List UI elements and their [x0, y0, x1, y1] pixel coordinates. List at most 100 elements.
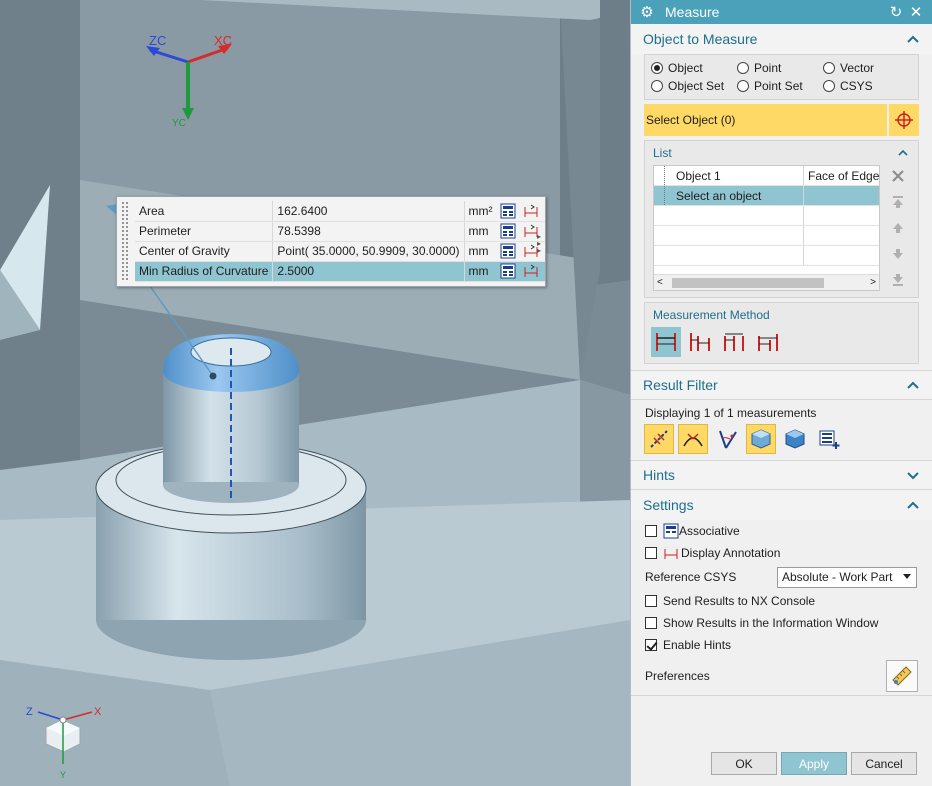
info-table-icon[interactable]	[500, 223, 516, 239]
graphics-viewport[interactable]: ZC XC YC Z X Y Area 162.6400 mm² Perimet…	[0, 0, 630, 786]
associative-checkbox-row[interactable]: Associative	[631, 520, 932, 542]
result-row-min-radius[interactable]: Min Radius of Curvature 2.5000 mm	[135, 261, 545, 282]
model-scene[interactable]: ZC XC YC Z X Y	[0, 0, 630, 786]
chevron-up-icon[interactable]	[906, 32, 920, 46]
radio-vector[interactable]: Vector	[823, 61, 909, 75]
radio-point[interactable]: Point	[737, 61, 823, 75]
triad-x-label: X	[94, 706, 102, 718]
send-nx-console-row[interactable]: Send Results to NX Console	[631, 590, 932, 612]
info-table-icon[interactable]	[500, 263, 516, 279]
scroll-left-icon[interactable]: <	[657, 277, 663, 288]
section-title: Hints	[643, 467, 675, 483]
annotation-icon[interactable]	[523, 203, 539, 219]
show-info-window-row[interactable]: Show Results in the Information Window	[631, 612, 932, 634]
radio-point-set[interactable]: Point Set	[737, 79, 823, 93]
scroll-right-icon[interactable]: >	[870, 277, 876, 288]
radio-object[interactable]: Object	[651, 61, 737, 75]
filter-add-icon[interactable]	[814, 424, 844, 454]
result-name: Center of Gravity	[135, 241, 274, 262]
list-item[interactable]: Select an object	[654, 186, 879, 206]
display-annotation-checkbox[interactable]	[645, 547, 657, 559]
radio-csys[interactable]: CSYS	[823, 79, 909, 93]
results-drag-handle[interactable]	[121, 201, 129, 281]
reset-icon[interactable]: ↻	[886, 3, 906, 21]
move-down-icon[interactable]	[886, 243, 910, 265]
show-info-window-checkbox[interactable]	[645, 617, 657, 629]
section-title: Result Filter	[643, 377, 718, 393]
display-annotation-row[interactable]: Display Annotation	[631, 542, 932, 564]
filter-volume-icon[interactable]	[780, 424, 810, 454]
result-row-area[interactable]: Area 162.6400 mm²	[135, 201, 545, 222]
measure-results-panel[interactable]: Area 162.6400 mm² Perimeter 78.5398 mm C…	[116, 196, 546, 287]
section-settings[interactable]: Settings	[631, 490, 932, 520]
triad-z-label: Z	[26, 706, 33, 718]
object-type-group: Object Point Vector Object Set Point Set…	[644, 54, 919, 100]
section-object-to-measure[interactable]: Object to Measure	[631, 24, 932, 54]
radio-indicator[interactable]	[737, 62, 749, 74]
method-title: Measurement Method	[653, 308, 770, 322]
reference-csys-value: Absolute - Work Part	[782, 570, 893, 584]
send-nx-console-checkbox[interactable]	[645, 595, 657, 607]
method-chain-icon[interactable]	[685, 327, 715, 357]
cancel-button[interactable]: Cancel	[851, 752, 917, 775]
gear-icon[interactable]: ⚙	[637, 3, 657, 21]
close-icon[interactable]: ✕	[906, 3, 926, 21]
radio-indicator[interactable]	[651, 62, 663, 74]
select-object-field[interactable]: Select Object (0)	[644, 104, 919, 136]
list-col-type: Face of Edge	[804, 166, 879, 185]
crosshair-icon[interactable]	[887, 104, 919, 136]
info-table-icon[interactable]	[500, 203, 516, 219]
reference-csys-dropdown[interactable]: Absolute - Work Part	[777, 566, 917, 588]
method-baseline-icon[interactable]	[719, 327, 749, 357]
chevron-down-icon[interactable]	[906, 468, 920, 482]
list-subheader[interactable]: List	[645, 141, 918, 165]
filter-curvature-icon[interactable]	[678, 424, 708, 454]
list-group: List Object 1 Face of Edge Select an obj…	[644, 140, 919, 298]
section-hints[interactable]: Hints	[631, 460, 932, 490]
scroll-thumb[interactable]	[672, 278, 824, 288]
radio-label: Point Set	[754, 79, 803, 93]
remove-icon[interactable]	[886, 165, 910, 187]
radio-label: CSYS	[840, 79, 873, 93]
move-to-top-icon[interactable]	[886, 191, 910, 213]
radio-object-set[interactable]: Object Set	[651, 79, 737, 93]
method-ordinate-icon[interactable]	[753, 327, 783, 357]
result-name: Area	[135, 201, 274, 222]
preferences-ruler-icon[interactable]	[886, 659, 918, 692]
reference-csys-row: Reference CSYS Absolute - Work Part	[631, 564, 932, 590]
dialog-titlebar[interactable]: ⚙ Measure ↻ ✕	[631, 0, 932, 24]
move-up-icon[interactable]	[886, 217, 910, 239]
filter-distance-icon[interactable]	[644, 424, 674, 454]
radio-indicator[interactable]	[651, 80, 663, 92]
result-value: 2.5000	[272, 261, 465, 282]
result-value: 78.5398	[272, 221, 465, 242]
chevron-up-icon[interactable]	[906, 498, 920, 512]
list-item-label: Select an object	[676, 188, 762, 203]
filter-area-icon[interactable]	[746, 424, 776, 454]
apply-button[interactable]: Apply	[781, 752, 847, 775]
radio-indicator[interactable]	[823, 80, 835, 92]
radio-indicator[interactable]	[737, 80, 749, 92]
enable-hints-row[interactable]: Enable Hints	[631, 634, 932, 656]
object-list-table[interactable]: Object 1 Face of Edge Select an object <…	[653, 165, 880, 291]
info-table-icon[interactable]	[500, 243, 516, 259]
section-title: Settings	[643, 497, 694, 513]
associative-checkbox[interactable]	[645, 525, 657, 537]
ok-button[interactable]: OK	[711, 752, 777, 775]
section-result-filter[interactable]: Result Filter	[631, 370, 932, 400]
result-row-center-of-gravity[interactable]: Center of Gravity Point( 35.0000, 50.990…	[135, 241, 545, 262]
radio-indicator[interactable]	[823, 62, 835, 74]
move-to-bottom-icon[interactable]	[886, 269, 910, 291]
expand-arrows-icon[interactable]: ▸ ▸ ▸	[537, 233, 541, 255]
reference-csys-label: Reference CSYS	[645, 570, 737, 584]
filter-angle-icon[interactable]	[712, 424, 742, 454]
chevron-up-icon[interactable]	[896, 146, 910, 160]
list-header-row: Object 1 Face of Edge	[654, 166, 879, 186]
annotation-icon[interactable]	[523, 263, 539, 279]
list-horizontal-scrollbar[interactable]: < >	[654, 274, 879, 290]
method-distance-icon[interactable]	[651, 327, 681, 357]
chevron-up-icon[interactable]	[906, 378, 920, 392]
enable-hints-checkbox[interactable]	[645, 639, 657, 651]
result-row-perimeter[interactable]: Perimeter 78.5398 mm	[135, 221, 545, 242]
dropdown-arrow-icon	[903, 574, 911, 579]
